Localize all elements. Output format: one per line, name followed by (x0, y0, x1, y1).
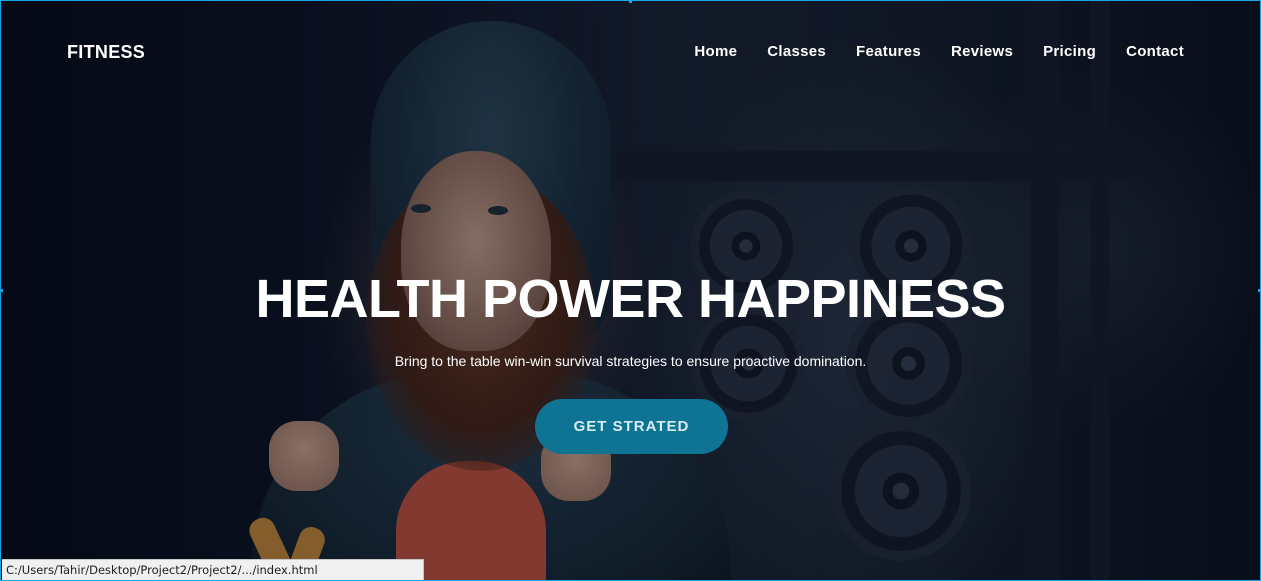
nav-classes[interactable]: Classes (767, 43, 826, 60)
browser-status-bar: C:/Users/Tahir/Desktop/Project2/Project2… (2, 559, 424, 580)
site-logo[interactable]: FITNESS (67, 42, 145, 63)
nav-reviews[interactable]: Reviews (951, 43, 1013, 60)
hero-subtitle: Bring to the table win-win survival stra… (394, 353, 867, 369)
selection-handle-left (0, 289, 3, 292)
nav-pricing[interactable]: Pricing (1043, 43, 1096, 60)
hero-title: HEALTH POWER HAPPINESS (255, 269, 1006, 329)
nav-features[interactable]: Features (856, 43, 921, 60)
main-nav: Home Classes Features Reviews Pricing Co… (694, 43, 1184, 60)
get-started-button[interactable]: GET STRATED (535, 399, 728, 454)
nav-home[interactable]: Home (694, 43, 737, 60)
selection-handle-top (629, 0, 632, 3)
page-frame: FITNESS Home Classes Features Reviews Pr… (0, 0, 1261, 581)
nav-contact[interactable]: Contact (1126, 43, 1184, 60)
